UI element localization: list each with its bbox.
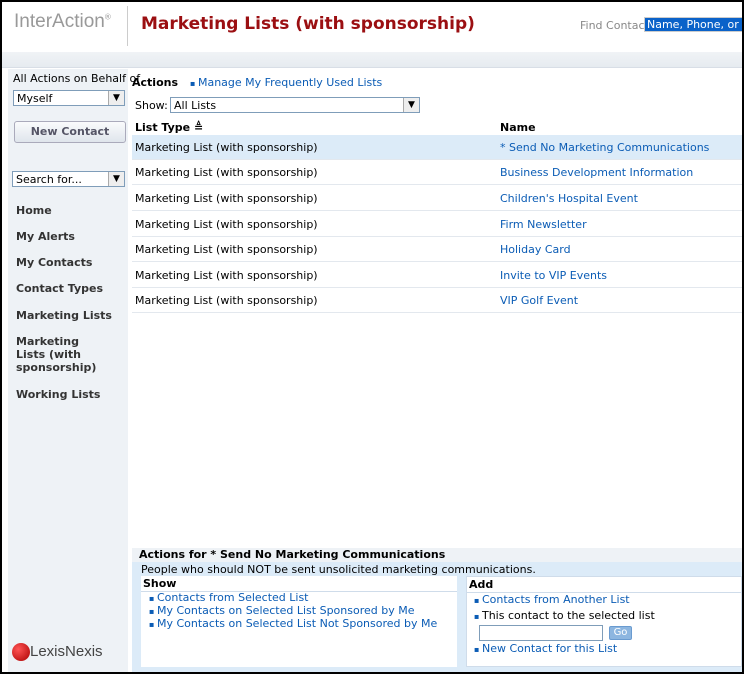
chevron-down-icon: ▼ — [108, 172, 124, 186]
nav-my-contacts[interactable]: My Contacts — [16, 256, 126, 269]
lexisnexis-globe-icon — [12, 643, 30, 662]
row-type: Marketing List (with sponsorship) — [135, 218, 318, 231]
row-type: Marketing List (with sponsorship) — [135, 192, 318, 205]
bullet-icon: ▪ — [190, 79, 198, 88]
show-title: Show — [141, 576, 457, 592]
this-contact-label: This contact to the selected list — [474, 609, 655, 622]
main-content: Actions ▪ Manage My Frequently Used List… — [132, 69, 742, 549]
show-select[interactable]: All Lists ▼ — [170, 97, 420, 113]
new-contact-button[interactable]: New Contact — [14, 121, 126, 143]
row-type: Marketing List (with sponsorship) — [135, 269, 318, 282]
nav-my-alerts[interactable]: My Alerts — [16, 230, 126, 243]
table-row[interactable]: Marketing List (with sponsorship) Holiday… — [132, 237, 742, 262]
behalf-value: Myself — [17, 92, 53, 105]
sidebar: All Actions on Behalf of Myself ▼ New Con… — [8, 69, 140, 672]
go-button[interactable]: Go — [609, 626, 632, 640]
nav-working-lists[interactable]: Working Lists — [16, 388, 126, 401]
search-for-select[interactable]: Search for... ▼ — [12, 171, 125, 187]
header-band — [2, 52, 742, 68]
find-contact-input[interactable]: Name, Phone, or E-mail — [644, 17, 742, 32]
lexisnexis-text: LexisNexis — [30, 643, 103, 660]
table-row[interactable]: Marketing List (with sponsorship) * Send … — [132, 135, 742, 160]
chevron-down-icon: ▼ — [403, 98, 419, 112]
show-value: All Lists — [174, 99, 217, 112]
not-sponsored-by-me-link[interactable]: My Contacts on Selected List Not Sponsor… — [149, 617, 437, 630]
header-divider — [127, 6, 128, 46]
behalf-select[interactable]: Myself ▼ — [13, 90, 125, 106]
actions-label: Actions — [132, 76, 178, 89]
sponsored-by-me-link[interactable]: My Contacts on Selected List Sponsored b… — [149, 604, 415, 617]
table-row[interactable]: Marketing List (with sponsorship) Firm Ne… — [132, 212, 742, 237]
nav-marketing-lists-sponsorship[interactable]: Marketing Lists (with sponsorship) — [16, 335, 96, 374]
show-label: Show: — [135, 99, 168, 112]
row-name-link[interactable]: VIP Golf Event — [500, 294, 578, 307]
list-description: People who should NOT be sent unsolicite… — [141, 563, 536, 576]
row-type: Marketing List (with sponsorship) — [135, 141, 318, 154]
row-type: Marketing List (with sponsorship) — [135, 243, 318, 256]
row-name-link[interactable]: Business Development Information — [500, 166, 693, 179]
column-name[interactable]: Name — [500, 121, 536, 134]
table-row[interactable]: Marketing List (with sponsorship) Invite … — [132, 263, 742, 288]
nav-home[interactable]: Home — [16, 204, 126, 217]
header: InterAction® Marketing Lists (with spons… — [2, 2, 742, 52]
column-list-type-label: List Type — [135, 121, 191, 134]
interaction-logo: InterAction® — [14, 11, 111, 33]
actions-panel-title: Actions for * Send No Marketing Communic… — [132, 548, 742, 562]
add-box: Add Contacts from Another List This cont… — [466, 576, 742, 667]
actions-panel: Actions for * Send No Marketing Communic… — [132, 548, 742, 672]
lexisnexis-logo: LexisNexis — [12, 643, 103, 662]
sort-ascending-icon: ≜ — [193, 121, 204, 134]
column-list-type[interactable]: List Type ≜ — [135, 121, 203, 134]
row-name-link[interactable]: Holiday Card — [500, 243, 571, 256]
row-name-link[interactable]: Invite to VIP Events — [500, 269, 607, 282]
contacts-from-selected-list-link[interactable]: Contacts from Selected List — [149, 591, 309, 604]
chevron-down-icon: ▼ — [108, 91, 124, 105]
contact-input[interactable] — [479, 625, 603, 641]
row-name-link[interactable]: * Send No Marketing Communications — [500, 141, 709, 154]
table-row[interactable]: Marketing List (with sponsorship) Busines… — [132, 160, 742, 185]
behalf-label: All Actions on Behalf of — [13, 72, 141, 85]
page-title: Marketing Lists (with sponsorship) — [141, 14, 475, 34]
table-header: List Type ≜ Name — [132, 121, 742, 135]
row-type: Marketing List (with sponsorship) — [135, 294, 318, 307]
row-name-link[interactable]: Children's Hospital Event — [500, 192, 638, 205]
logo-mark: ® — [104, 12, 111, 22]
table-row[interactable]: Marketing List (with sponsorship) VIP Gol… — [132, 288, 742, 313]
contacts-from-another-list-link[interactable]: Contacts from Another List — [474, 593, 630, 606]
row-name-link[interactable]: Firm Newsletter — [500, 218, 587, 231]
manage-lists-link[interactable]: ▪ Manage My Frequently Used Lists — [190, 76, 382, 89]
logo-text: InterAction — [14, 11, 105, 32]
add-title: Add — [467, 577, 741, 593]
nav-marketing-lists[interactable]: Marketing Lists — [16, 309, 126, 322]
show-box: Show Contacts from Selected List My Cont… — [141, 576, 457, 667]
find-contact-label: Find Contact: — [580, 19, 653, 32]
manage-lists-text[interactable]: Manage My Frequently Used Lists — [198, 76, 382, 89]
table-row[interactable]: Marketing List (with sponsorship) Childre… — [132, 186, 742, 211]
new-contact-for-list-link[interactable]: New Contact for this List — [474, 642, 617, 655]
search-for-value: Search for... — [16, 173, 82, 186]
nav-contact-types[interactable]: Contact Types — [16, 282, 126, 295]
row-type: Marketing List (with sponsorship) — [135, 166, 318, 179]
